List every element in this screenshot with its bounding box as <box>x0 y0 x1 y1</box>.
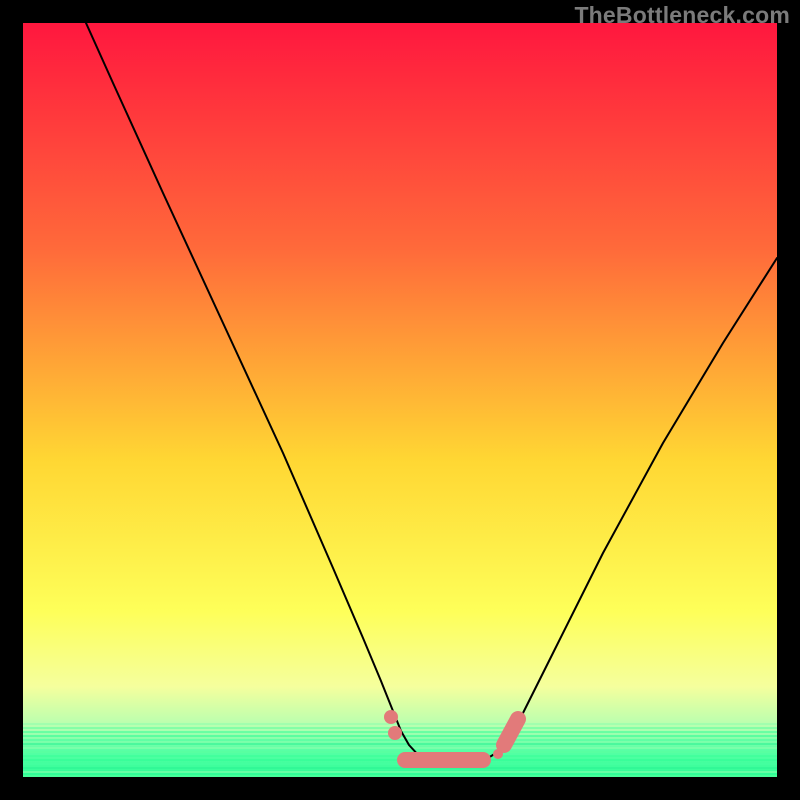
watermark-label: TheBottleneck.com <box>574 2 790 29</box>
bottleneck-chart <box>23 23 777 777</box>
plot-area <box>23 23 777 777</box>
marker-dot <box>384 710 398 724</box>
chart-frame: TheBottleneck.com <box>0 0 800 800</box>
marker-dot <box>388 726 402 740</box>
